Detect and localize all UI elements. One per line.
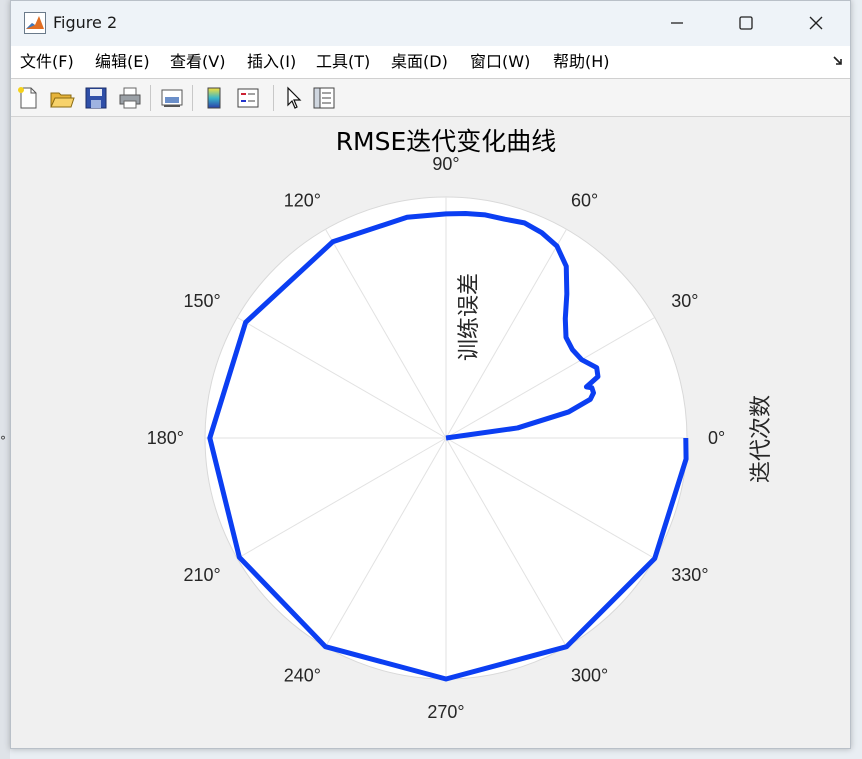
menu-bar: 文件(F) 编辑(E) 查看(V) 插入(I) 工具(T) 桌面(D) 窗口(W… — [11, 46, 850, 79]
menu-file[interactable]: 文件(F) — [20, 52, 74, 72]
edit-plot-arrow-icon[interactable] — [281, 85, 307, 111]
menu-insert[interactable]: 插入(I) — [247, 52, 296, 72]
menu-help[interactable]: 帮助(H) — [553, 52, 610, 72]
theta-tick-0: 0° — [708, 428, 725, 448]
maximize-icon — [739, 16, 753, 30]
close-button[interactable] — [781, 1, 851, 46]
title-bar: Figure 2 — [11, 1, 850, 46]
background-edge-left — [0, 0, 10, 759]
theta-tick-120: 120° — [284, 191, 321, 211]
toolbar-separator — [192, 85, 193, 111]
theta-tick-150: 150° — [183, 291, 220, 311]
menu-tools[interactable]: 工具(T) — [316, 52, 370, 72]
plot-title: RMSE迭代变化曲线 — [336, 127, 557, 156]
menu-edit[interactable]: 编辑(E) — [95, 52, 150, 72]
menu-desktop[interactable]: 桌面(D) — [391, 52, 448, 72]
new-figure-icon[interactable] — [15, 85, 41, 111]
maximize-button[interactable] — [711, 1, 781, 46]
background-edge-glyph: ° — [0, 434, 6, 448]
print-icon[interactable] — [117, 85, 143, 111]
toolbar-separator — [273, 85, 274, 111]
menu-view[interactable]: 查看(V) — [170, 52, 225, 72]
tool-bar — [11, 79, 850, 117]
dock-arrow-icon[interactable] — [832, 55, 844, 67]
minimize-button[interactable] — [642, 1, 712, 46]
window-title: Figure 2 — [53, 13, 118, 32]
matlab-app-icon — [24, 12, 46, 34]
theta-tick-330: 330° — [671, 565, 708, 585]
figure-canvas: 0° 30° 60° 90° 120° 150° 180° 210° 240° 270° 300° 3… — [11, 117, 850, 748]
r-axis-label: 训练误差 — [457, 273, 482, 361]
save-icon[interactable] — [83, 85, 109, 111]
theta-axis-label: 迭代次数 — [749, 395, 774, 483]
toolbar-separator — [150, 85, 151, 111]
theta-tick-270: 270° — [427, 702, 464, 722]
minimize-icon — [671, 22, 683, 24]
theta-tick-60: 60° — [571, 191, 598, 211]
insert-colorbar-icon[interactable] — [201, 85, 227, 111]
polar-plot[interactable]: 0° 30° 60° 90° 120° 150° 180° 210° 240° 270° 300° 3… — [11, 117, 850, 748]
theta-tick-180: 180° — [147, 428, 184, 448]
link-plot-icon[interactable] — [159, 85, 185, 111]
close-icon — [809, 16, 823, 30]
theta-tick-90: 90° — [432, 154, 459, 174]
theta-tick-240: 240° — [284, 665, 321, 685]
theta-tick-210: 210° — [183, 565, 220, 585]
theta-tick-30: 30° — [671, 291, 698, 311]
insert-legend-icon[interactable] — [235, 85, 261, 111]
menu-window[interactable]: 窗口(W) — [470, 52, 530, 72]
open-file-icon[interactable] — [49, 85, 75, 111]
property-inspector-icon[interactable] — [311, 85, 337, 111]
theta-tick-300: 300° — [571, 665, 608, 685]
figure-window: Figure 2 文件(F) 编辑(E) 查看(V) 插入(I) 工具(T) 桌… — [10, 0, 851, 749]
